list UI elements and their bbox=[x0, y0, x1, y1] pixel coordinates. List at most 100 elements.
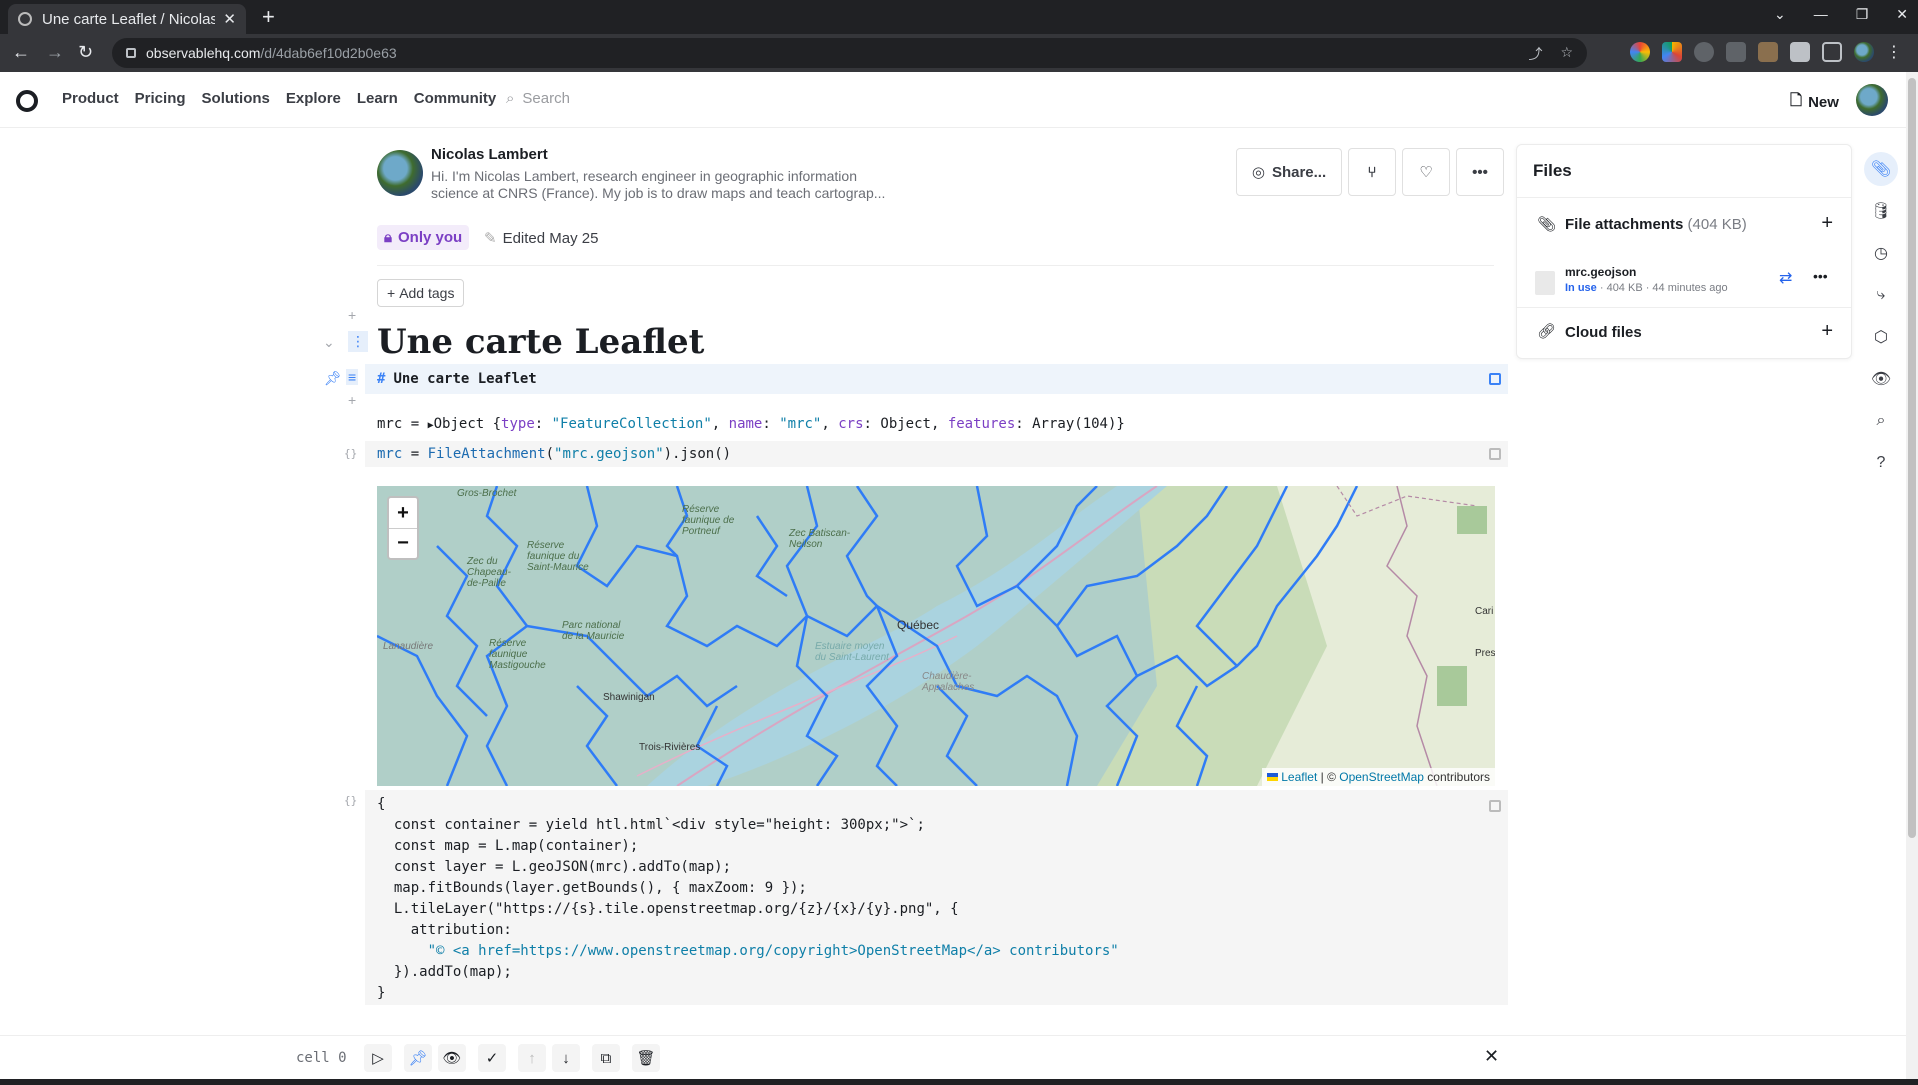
map-label: Chaudière-Appalaches bbox=[922, 671, 975, 693]
add-tags-button[interactable]: + Add tags bbox=[377, 279, 465, 307]
author-name[interactable]: Nicolas Lambert bbox=[431, 146, 548, 163]
like-button[interactable]: ♡ bbox=[1402, 148, 1450, 196]
scrollbar[interactable] bbox=[1906, 72, 1918, 1085]
pin-icon[interactable]: 📌︎ bbox=[324, 370, 342, 387]
file-more-icon[interactable]: ••• bbox=[1813, 268, 1828, 284]
nav-item-explore[interactable]: Explore bbox=[286, 90, 341, 107]
run-cell-icon[interactable] bbox=[1489, 800, 1501, 812]
scrollbar-thumb[interactable] bbox=[1908, 78, 1916, 838]
add-cloud-file-icon[interactable]: + bbox=[1821, 320, 1833, 343]
map-label: Estuaire moyen du Saint-Laurent bbox=[815, 641, 889, 663]
search-icon: ⌕ bbox=[506, 90, 515, 107]
add-attachment-icon[interactable]: + bbox=[1821, 212, 1833, 235]
minimize-icon[interactable]: — bbox=[1814, 6, 1828, 23]
cell-menu-icon[interactable]: ⋮ bbox=[348, 331, 368, 352]
restore-icon[interactable]: ❐ bbox=[1856, 6, 1869, 23]
file-name[interactable]: mrc.geojson bbox=[1565, 265, 1636, 279]
profile-avatar[interactable] bbox=[1854, 42, 1874, 62]
delete-button[interactable]: 🗑︎ bbox=[632, 1044, 660, 1072]
file-status: In use bbox=[1565, 282, 1597, 294]
osm-link[interactable]: OpenStreetMap bbox=[1339, 770, 1424, 784]
observable-logo-icon[interactable] bbox=[16, 90, 38, 112]
code-cell-editor[interactable]: { const container = yield htl.html`<div … bbox=[365, 790, 1508, 1005]
run-cell-icon[interactable] bbox=[1489, 448, 1501, 460]
leaflet-link[interactable]: Leaflet bbox=[1281, 770, 1317, 784]
close-tab-icon[interactable]: ✕ bbox=[223, 10, 236, 28]
duplicate-button[interactable]: ⧉ bbox=[592, 1044, 620, 1072]
code-line: }).addTo(map); bbox=[377, 964, 512, 980]
side-panel-icon[interactable] bbox=[1822, 42, 1842, 62]
author-avatar[interactable] bbox=[377, 150, 423, 196]
eye-icon[interactable]: 👁︎ bbox=[1864, 362, 1898, 396]
history-icon[interactable]: ◷ bbox=[1864, 236, 1898, 270]
attribution-tail: contributors bbox=[1423, 770, 1490, 784]
nav-item-pricing[interactable]: Pricing bbox=[135, 90, 186, 107]
add-cell-icon[interactable]: + bbox=[348, 307, 356, 323]
fork-button[interactable]: ⑂ bbox=[1348, 148, 1396, 196]
code-cell-editor[interactable]: mrc = FileAttachment("mrc.geojson").json… bbox=[365, 441, 1508, 467]
extension-icon[interactable] bbox=[1630, 42, 1650, 62]
user-avatar[interactable] bbox=[1856, 84, 1888, 116]
divider bbox=[377, 265, 1494, 266]
forward-icon[interactable]: → bbox=[46, 42, 64, 63]
extension-icon[interactable] bbox=[1758, 42, 1778, 62]
move-down-button[interactable]: ↓ bbox=[552, 1044, 580, 1072]
leaflet-map[interactable]: Québec Shawinigan Trois-Rivières Gros-Br… bbox=[377, 486, 1495, 786]
add-cell-icon[interactable]: + bbox=[348, 392, 356, 408]
zoom-out-button[interactable]: − bbox=[389, 528, 417, 558]
extension-icon[interactable] bbox=[1694, 42, 1714, 62]
chevron-down-icon[interactable]: ⌄ bbox=[1774, 6, 1786, 23]
search-input[interactable]: ⌕ Search bbox=[506, 90, 570, 107]
nav-item-product[interactable]: Product bbox=[62, 90, 119, 107]
cell-output[interactable]: mrc = ▶Object {type: "FeatureCollection"… bbox=[377, 416, 1125, 432]
map-label: Réserve faunique du Saint-Maurice bbox=[527, 540, 589, 573]
new-notebook-button[interactable]: 🗋 New bbox=[1790, 90, 1839, 115]
cell-source: Une carte Leaflet bbox=[393, 371, 537, 387]
site-header: Product Pricing Solutions Explore Learn … bbox=[0, 72, 1906, 128]
nav-item-learn[interactable]: Learn bbox=[357, 90, 398, 107]
share-button[interactable]: ◎ Share... bbox=[1236, 148, 1342, 196]
braces-icon[interactable]: {} bbox=[344, 447, 357, 460]
replace-file-icon[interactable]: ⇄ bbox=[1779, 268, 1792, 288]
menu-icon[interactable]: ⋮ bbox=[1886, 42, 1902, 62]
run-button[interactable]: ▷ bbox=[364, 1044, 392, 1072]
braces-icon[interactable]: {} bbox=[344, 794, 357, 807]
package-icon[interactable]: ⬡ bbox=[1864, 320, 1898, 354]
reload-icon[interactable]: ↻ bbox=[78, 42, 93, 63]
output-value: "FeatureCollection" bbox=[551, 416, 712, 432]
close-toolbar-icon[interactable]: ✕ bbox=[1484, 1046, 1499, 1067]
markdown-cell-editor[interactable]: # Une carte Leaflet bbox=[365, 364, 1508, 394]
cell-menu-icon[interactable]: ≡ bbox=[346, 369, 359, 385]
close-window-icon[interactable]: ✕ bbox=[1896, 6, 1908, 23]
puzzle-icon[interactable] bbox=[1790, 42, 1810, 62]
code-line: const map = L.map(container); bbox=[377, 838, 639, 854]
zoom-in-button[interactable]: + bbox=[389, 498, 417, 528]
dependency-icon[interactable]: ⤷ bbox=[1864, 278, 1898, 312]
nav-item-solutions[interactable]: Solutions bbox=[202, 90, 270, 107]
eye-button[interactable]: 👁︎ bbox=[438, 1044, 466, 1072]
url-field[interactable]: observablehq.com/d/4dab6ef10d2b0e63 ⤴ ☆ bbox=[112, 38, 1587, 68]
help-icon[interactable]: ? bbox=[1864, 446, 1898, 480]
check-button[interactable]: ✓ bbox=[478, 1044, 506, 1072]
share-page-icon[interactable]: ⤴ bbox=[1528, 44, 1542, 64]
paperclip-icon[interactable]: 📎︎ bbox=[1864, 152, 1898, 186]
extension-icon[interactable] bbox=[1726, 42, 1746, 62]
edited-timestamp[interactable]: ✎ Edited May 25 bbox=[484, 229, 598, 247]
cloud-files-section: 🔗︎ Cloud files + bbox=[1517, 307, 1851, 359]
visibility-badge[interactable]: 🔒︎ Only you bbox=[377, 225, 470, 250]
bookmark-star-icon[interactable]: ☆ bbox=[1560, 44, 1573, 64]
database-icon[interactable]: 🛢︎ bbox=[1864, 194, 1898, 228]
collapse-chevron-icon[interactable]: ⌄ bbox=[323, 334, 335, 351]
attachments-heading: File attachments (404 KB) bbox=[1565, 216, 1747, 233]
extension-icon[interactable] bbox=[1662, 42, 1682, 62]
nav-item-community[interactable]: Community bbox=[414, 90, 497, 107]
back-icon[interactable]: ← bbox=[12, 42, 30, 63]
pin-button[interactable]: 📌︎ bbox=[404, 1044, 432, 1072]
move-up-button[interactable]: ↑ bbox=[518, 1044, 546, 1072]
search-icon[interactable]: ⌕ bbox=[1864, 404, 1898, 438]
pencil-icon: ✎ bbox=[484, 230, 497, 247]
new-tab-icon[interactable]: + bbox=[262, 4, 275, 30]
more-button[interactable]: ••• bbox=[1456, 148, 1504, 196]
run-cell-icon[interactable] bbox=[1489, 373, 1501, 385]
browser-tab[interactable]: Une carte Leaflet / Nicolas Lambert ✕ bbox=[8, 4, 246, 34]
